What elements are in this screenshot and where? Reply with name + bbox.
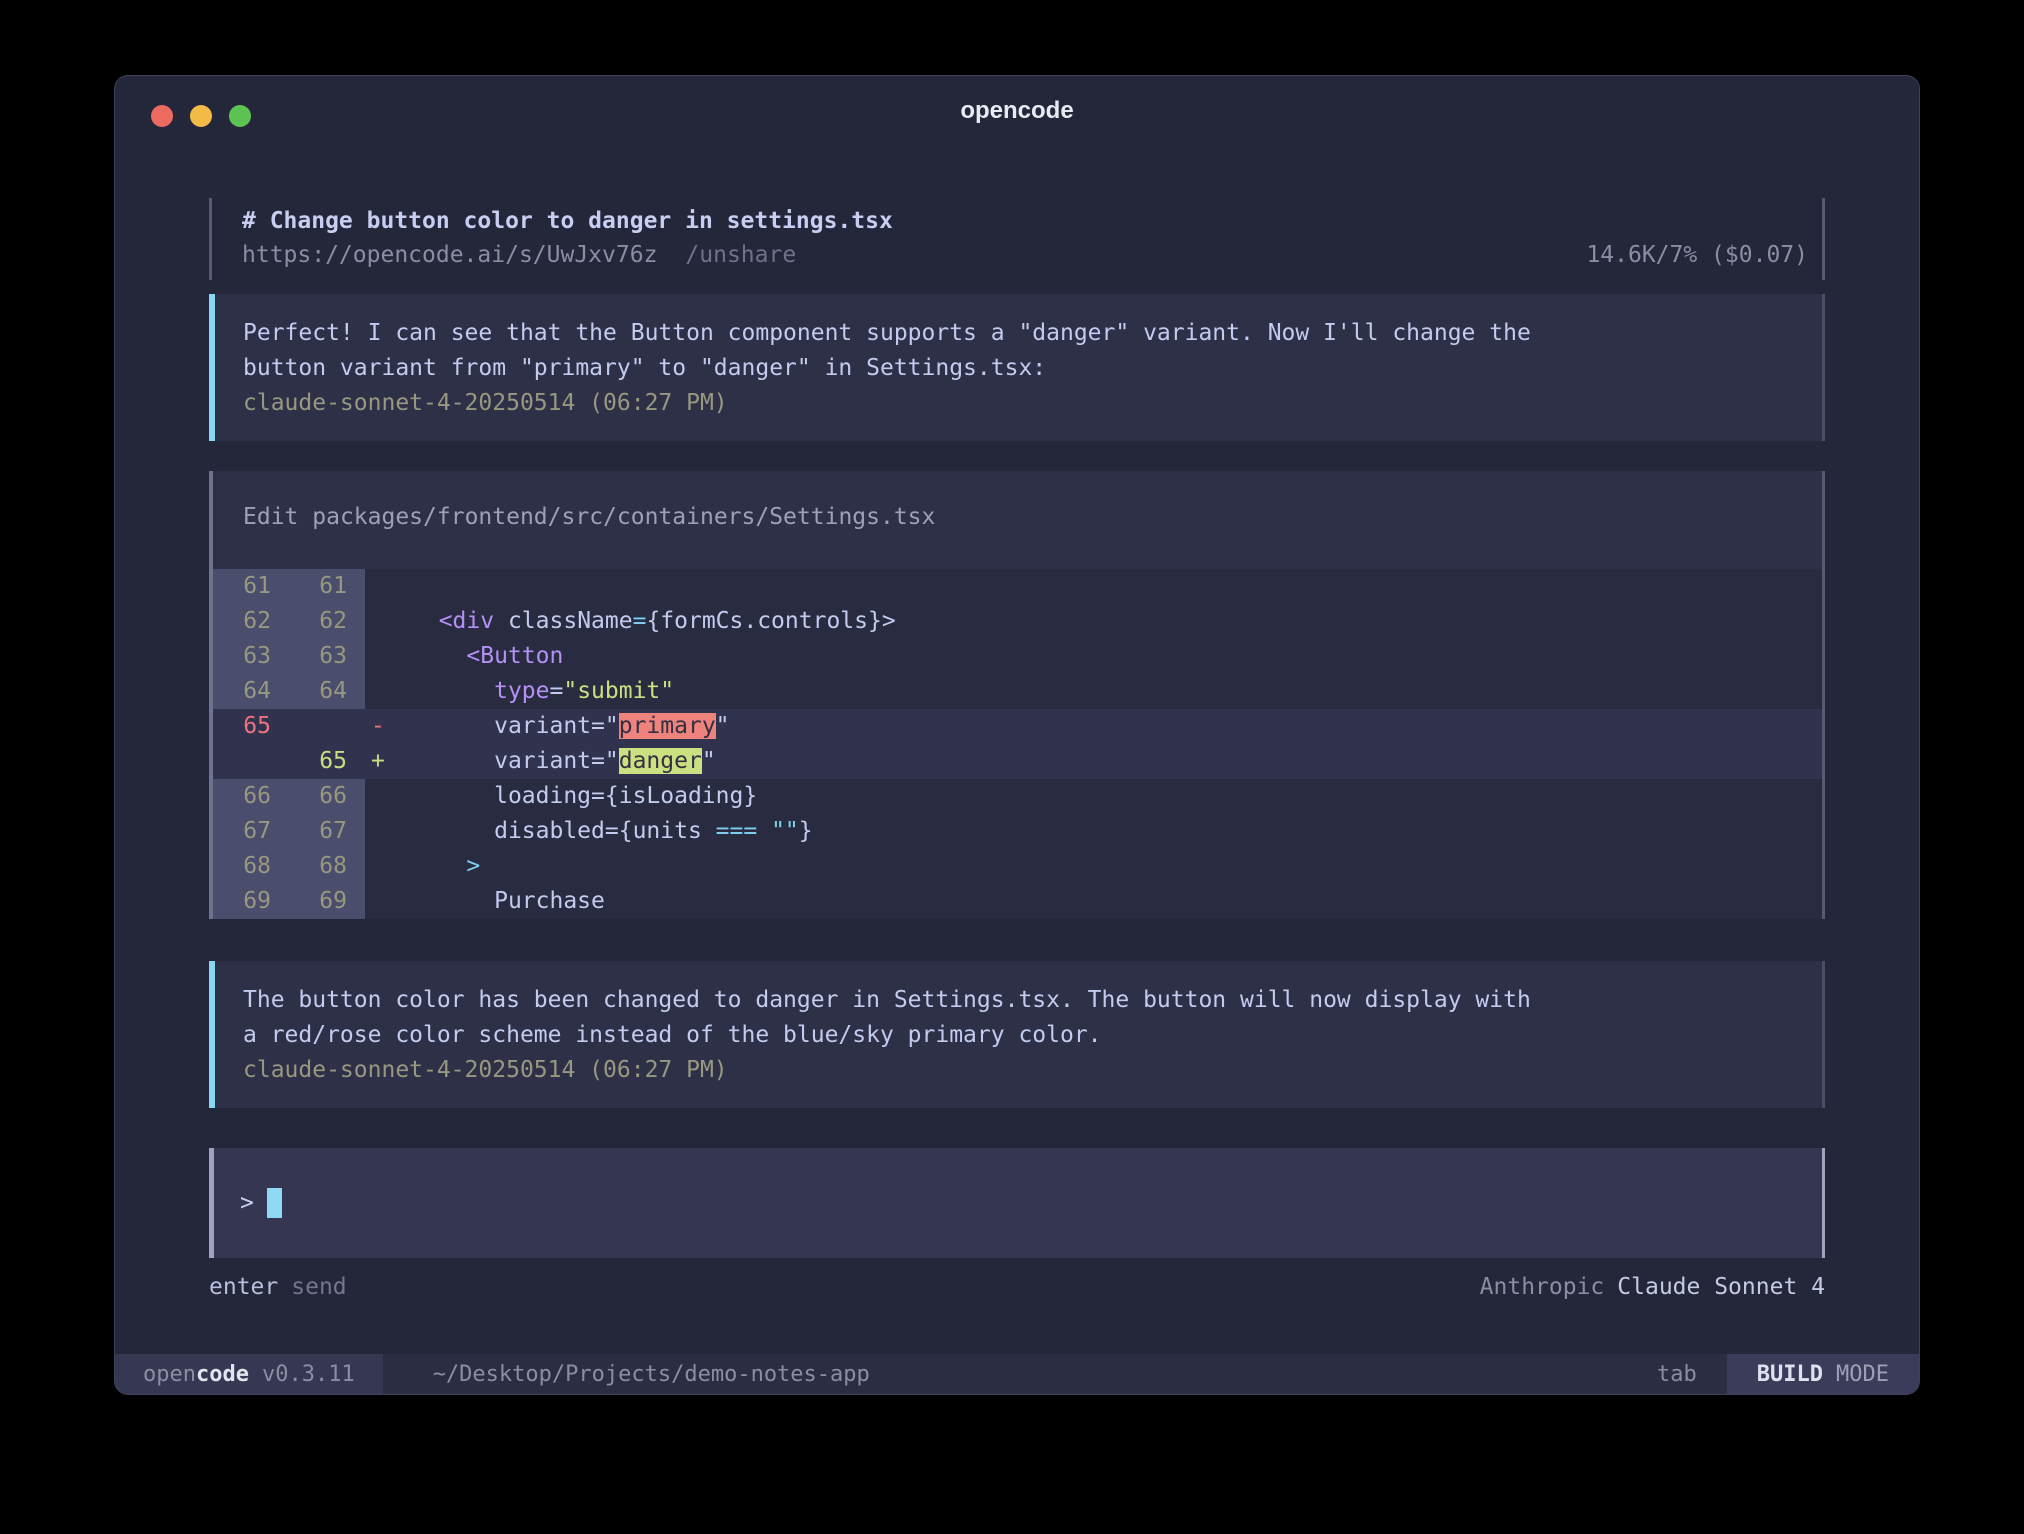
old-line-number: 62 xyxy=(213,604,289,639)
working-directory: ~/Desktop/Projects/demo-notes-app xyxy=(433,1362,870,1387)
diff-code-line: disabled={units === ""} xyxy=(399,814,1822,849)
old-line-number: 65 xyxy=(213,709,289,744)
diff-code-line: <Button xyxy=(399,639,1822,674)
diff-code-line: > xyxy=(399,849,1822,884)
edit-tool-block: Edit packages/frontend/src/containers/Se… xyxy=(209,471,1825,919)
old-line-number: 69 xyxy=(213,884,289,919)
old-line-number: 61 xyxy=(213,569,289,604)
prompt-input[interactable]: > xyxy=(209,1148,1825,1258)
new-line-number: 64 xyxy=(289,674,365,709)
new-line-number: 67 xyxy=(289,814,365,849)
diff-marker xyxy=(365,884,399,919)
session-content: # Change button color to danger in setti… xyxy=(115,198,1919,1304)
opencode-window: opencode # Change button color to danger… xyxy=(114,75,1920,1395)
message-text: a red/rose color scheme instead of the b… xyxy=(243,1018,1796,1053)
session-title: # Change button color to danger in setti… xyxy=(242,204,1808,238)
diff-marker xyxy=(365,604,399,639)
zoom-button[interactable] xyxy=(229,105,251,127)
enter-key-hint: enter xyxy=(209,1270,278,1304)
assistant-message-1: Perfect! I can see that the Button compo… xyxy=(209,294,1825,441)
window-title: opencode xyxy=(960,97,1073,125)
prompt-symbol: > xyxy=(240,1190,254,1216)
share-url[interactable]: https://opencode.ai/s/UwJxv76z xyxy=(242,238,657,272)
app-version: v0.3.11 xyxy=(262,1362,355,1387)
provider-label: Anthropic xyxy=(1480,1270,1605,1304)
message-model-meta: claude-sonnet-4-20250514 (06:27 PM) xyxy=(243,1053,1796,1088)
old-line-number xyxy=(213,744,289,779)
diff-code-line: type="submit" xyxy=(399,674,1822,709)
diff-marker xyxy=(365,814,399,849)
minimize-button[interactable] xyxy=(190,105,212,127)
diff-view: 61616262 <div className={formCs.controls… xyxy=(213,569,1822,919)
diff-marker: + xyxy=(365,744,399,779)
message-model-meta: claude-sonnet-4-20250514 (06:27 PM) xyxy=(243,386,1796,421)
new-line-number: 61 xyxy=(289,569,365,604)
old-line-number: 66 xyxy=(213,779,289,814)
diff-row: 65 - variant="primary" xyxy=(213,709,1822,744)
status-bar: opencode v0.3.11 ~/Desktop/Projects/demo… xyxy=(115,1354,1919,1394)
new-line-number: 62 xyxy=(289,604,365,639)
diff-marker xyxy=(365,569,399,604)
message-text: The button color has been changed to dan… xyxy=(243,983,1796,1018)
diff-marker xyxy=(365,639,399,674)
app-name-code: code xyxy=(196,1362,249,1387)
diff-code-line: variant="danger" xyxy=(399,744,1822,779)
new-line-number: 68 xyxy=(289,849,365,884)
diff-row: 6868 > xyxy=(213,849,1822,884)
new-line-number: 65 xyxy=(289,744,365,779)
session-header: # Change button color to danger in setti… xyxy=(209,198,1825,280)
diff-marker: - xyxy=(365,709,399,744)
session-subheader: https://opencode.ai/s/UwJxv76z /unshare … xyxy=(242,238,1808,272)
diff-row: 6666 loading={isLoading} xyxy=(213,779,1822,814)
diff-row: 6767 disabled={units === ""} xyxy=(213,814,1822,849)
diff-row: 6161 xyxy=(213,569,1822,604)
tab-key-hint[interactable]: tab xyxy=(1657,1362,1697,1387)
old-line-number: 68 xyxy=(213,849,289,884)
message-text: Perfect! I can see that the Button compo… xyxy=(243,316,1796,351)
diff-code-line: loading={isLoading} xyxy=(399,779,1822,814)
new-line-number: 63 xyxy=(289,639,365,674)
old-line-number: 63 xyxy=(213,639,289,674)
diff-row: 6464 type="submit" xyxy=(213,674,1822,709)
new-line-number: 66 xyxy=(289,779,365,814)
diff-marker xyxy=(365,779,399,814)
assistant-message-2: The button color has been changed to dan… xyxy=(209,961,1825,1108)
unshare-command: /unshare xyxy=(685,238,796,272)
mode-segment: BUILD MODE xyxy=(1727,1354,1919,1394)
edit-tool-header: Edit packages/frontend/src/containers/Se… xyxy=(213,505,1822,529)
close-button[interactable] xyxy=(151,105,173,127)
hint-bar: enter send Anthropic Claude Sonnet 4 xyxy=(209,1270,1825,1304)
new-line-number: 69 xyxy=(289,884,365,919)
titlebar: opencode xyxy=(115,76,1919,146)
send-action-hint: send xyxy=(291,1270,346,1304)
traffic-lights xyxy=(151,105,251,127)
text-cursor xyxy=(267,1188,282,1218)
diff-marker xyxy=(365,849,399,884)
diff-row: 6262 <div className={formCs.controls}> xyxy=(213,604,1822,639)
mode-name: BUILD xyxy=(1757,1362,1823,1387)
edit-action: Edit xyxy=(243,504,298,530)
diff-marker xyxy=(365,674,399,709)
diff-code-line: variant="primary" xyxy=(399,709,1822,744)
message-text: button variant from "primary" to "danger… xyxy=(243,351,1796,386)
diff-code-line: Purchase xyxy=(399,884,1822,919)
app-version-segment: opencode v0.3.11 xyxy=(115,1354,383,1394)
diff-row: 65+ variant="danger" xyxy=(213,744,1822,779)
diff-row: 6363 <Button xyxy=(213,639,1822,674)
edit-file-path: packages/frontend/src/containers/Setting… xyxy=(312,504,935,530)
old-line-number: 67 xyxy=(213,814,289,849)
diff-row: 6969 Purchase xyxy=(213,884,1822,919)
new-line-number xyxy=(289,709,365,744)
mode-word: MODE xyxy=(1836,1362,1889,1387)
diff-code-line: <div className={formCs.controls}> xyxy=(399,604,1822,639)
old-line-number: 64 xyxy=(213,674,289,709)
diff-code-line xyxy=(399,569,1822,604)
app-name-open: open xyxy=(143,1362,196,1387)
model-label: Claude Sonnet 4 xyxy=(1617,1270,1825,1304)
token-usage: 14.6K/7% ($0.07) xyxy=(1586,238,1808,272)
screen: opencode # Change button color to danger… xyxy=(0,0,2024,1534)
